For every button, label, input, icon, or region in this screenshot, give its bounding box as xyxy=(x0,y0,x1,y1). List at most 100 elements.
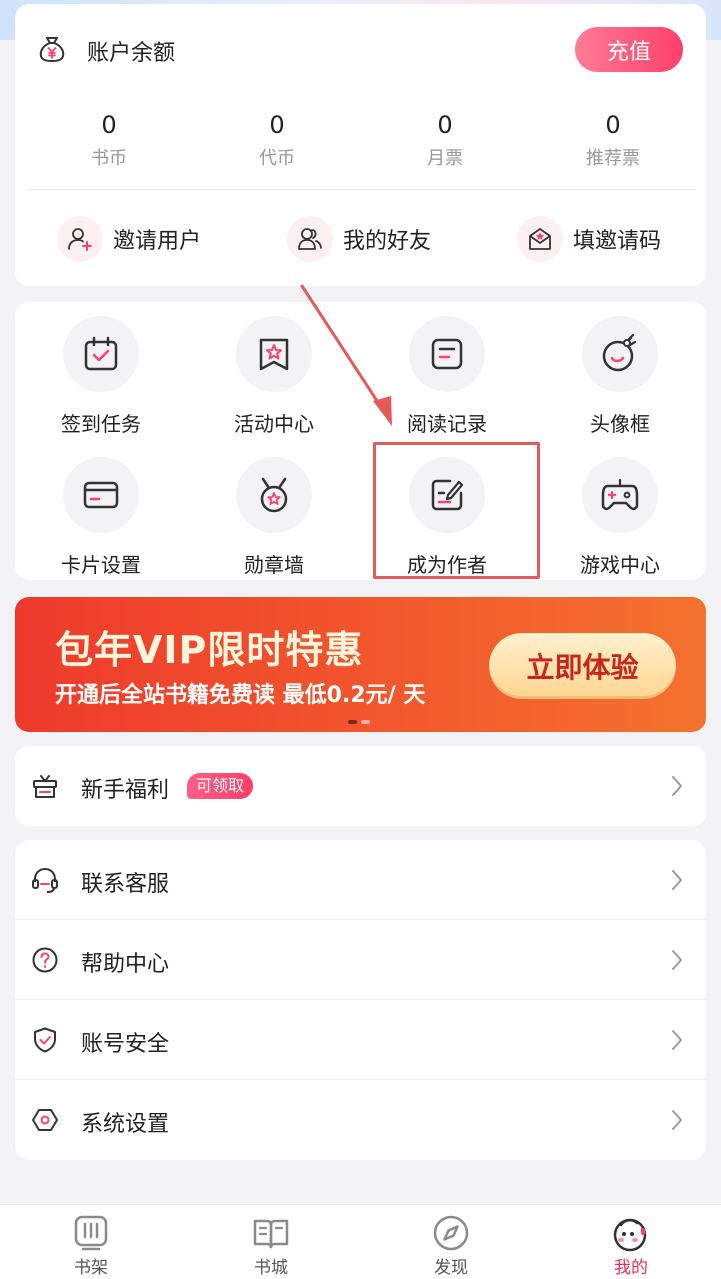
tab-discover[interactable]: 发现 xyxy=(391,1205,511,1279)
account-card: 账户余额 充值 0 书币 0 代币 0 月票 0 推荐票 邀请用户 我的好友 填… xyxy=(15,4,706,286)
feature-grid-card: 签到任务 活动中心 阅读记录 头像框 卡片设置 勋章墙 成为作者 游戏中心 xyxy=(15,302,706,580)
list-item-label: 系统设置 xyxy=(81,1112,170,1137)
icon-circle xyxy=(63,457,139,533)
stat-label: 推荐票 xyxy=(586,148,640,169)
friends-icon xyxy=(298,228,322,250)
chevron-right-icon xyxy=(672,1110,682,1130)
stat-value: 0 xyxy=(269,111,285,139)
recharge-button[interactable]: 充值 xyxy=(575,27,683,72)
icon-circle xyxy=(409,457,485,533)
list-item-label: 帮助中心 xyxy=(81,952,170,977)
stat-monthly-tickets[interactable]: 0 月票 xyxy=(375,108,515,170)
grid-item-become-author[interactable]: 成为作者 xyxy=(372,457,522,577)
grid-label: 卡片设置 xyxy=(61,553,141,577)
balance-stats: 0 书币 0 代币 0 月票 0 推荐票 xyxy=(15,108,706,178)
banner-title: 包年VIP限时特惠 xyxy=(55,628,364,672)
reading-record-icon xyxy=(431,338,463,370)
grid-item-medal-wall[interactable]: 勋章墙 xyxy=(199,457,349,577)
list-item-customer-service[interactable]: 联系客服 xyxy=(15,840,706,920)
tab-bookstore[interactable]: 书城 xyxy=(211,1205,331,1279)
carousel-dot-active xyxy=(348,720,357,724)
calendar-check-icon xyxy=(84,336,118,371)
grid-item-avatar-frame[interactable]: 头像框 xyxy=(545,316,695,436)
my-friends-label: 我的好友 xyxy=(343,229,432,254)
list-item-help-center[interactable]: 帮助中心 xyxy=(15,920,706,1000)
list-item-label: 新手福利 xyxy=(81,778,170,803)
my-friends-button[interactable]: 我的好友 xyxy=(287,214,431,264)
grid-item-game-center[interactable]: 游戏中心 xyxy=(545,457,695,577)
stat-value: 0 xyxy=(101,111,117,139)
profile-icon xyxy=(613,1218,647,1252)
gift-icon xyxy=(33,775,57,798)
invite-code-button[interactable]: 填邀请码 xyxy=(517,214,661,264)
invite-user-icon xyxy=(68,228,92,251)
tab-label: 发现 xyxy=(434,1258,468,1278)
account-header: 账户余额 充值 xyxy=(15,4,706,94)
chevron-right-icon xyxy=(672,870,682,890)
avatar-frame-icon xyxy=(602,334,637,372)
stat-tokens[interactable]: 0 代币 xyxy=(207,108,347,170)
icon-circle xyxy=(236,457,312,533)
grid-item-activity-center[interactable]: 活动中心 xyxy=(199,316,349,436)
list-item-account-security[interactable]: 账号安全 xyxy=(15,1000,706,1080)
money-bag-icon xyxy=(39,37,65,62)
grid-label: 签到任务 xyxy=(61,412,141,436)
chevron-right-icon xyxy=(672,776,682,796)
tab-label: 书架 xyxy=(74,1258,108,1278)
stat-recommend-tickets[interactable]: 0 推荐票 xyxy=(543,108,683,170)
list-item-label: 账号安全 xyxy=(81,1032,170,1057)
bottom-tab-bar: 书架 书城 发现 我的 xyxy=(0,1204,721,1279)
vip-promo-banner[interactable]: 包年VIP限时特惠 开通后全站书籍免费读 最低0.2元/ 天 立即体验 xyxy=(15,597,706,732)
grid-item-card-settings[interactable]: 卡片设置 xyxy=(26,457,176,577)
grid-label: 头像框 xyxy=(590,412,650,436)
icon-circle xyxy=(287,216,333,262)
list-item-system-settings[interactable]: 系统设置 xyxy=(15,1080,706,1160)
tab-profile[interactable]: 我的 xyxy=(571,1205,691,1279)
grid-item-checkin[interactable]: 签到任务 xyxy=(26,316,176,436)
grid-label: 阅读记录 xyxy=(407,412,487,436)
stat-value: 0 xyxy=(605,111,621,139)
icon-circle xyxy=(582,457,658,533)
compass-icon xyxy=(433,1215,469,1251)
stat-value: 0 xyxy=(437,111,453,139)
activity-star-icon xyxy=(259,338,289,371)
grid-label: 游戏中心 xyxy=(580,553,660,577)
tab-label: 书城 xyxy=(254,1258,288,1278)
settings-icon xyxy=(32,1109,58,1131)
grid-item-reading-record[interactable]: 阅读记录 xyxy=(372,316,522,436)
invite-code-icon xyxy=(529,228,551,250)
grid-label: 活动中心 xyxy=(234,412,314,436)
help-icon xyxy=(32,947,58,973)
invite-user-button[interactable]: 邀请用户 xyxy=(57,214,201,264)
stat-label: 书币 xyxy=(91,148,127,169)
banner-subtitle: 开通后全站书籍免费读 最低0.2元/ 天 xyxy=(55,683,426,708)
headset-icon xyxy=(32,867,58,893)
account-balance-title: 账户余额 xyxy=(87,41,176,66)
shield-icon xyxy=(34,1027,56,1053)
list-item-newbie-benefits[interactable]: 新手福利 可领取 xyxy=(15,746,706,826)
stat-label: 月票 xyxy=(427,148,463,169)
card-icon xyxy=(83,481,119,509)
try-now-button[interactable]: 立即体验 xyxy=(489,633,676,699)
newbie-benefits-card: 新手福利 可领取 xyxy=(15,746,706,826)
bookstore-icon xyxy=(253,1219,289,1249)
invite-code-label: 填邀请码 xyxy=(573,229,662,254)
tab-bookshelf[interactable]: 书架 xyxy=(31,1205,151,1279)
claimable-badge: 可领取 xyxy=(187,773,254,799)
divider xyxy=(27,189,696,190)
icon-circle xyxy=(57,216,103,262)
medal-icon xyxy=(260,477,288,513)
list-item-label: 联系客服 xyxy=(81,872,170,897)
icon-circle xyxy=(517,216,563,262)
bookshelf-icon xyxy=(74,1215,108,1251)
carousel-dot xyxy=(361,720,370,724)
become-author-icon xyxy=(431,479,464,511)
stat-book-coins[interactable]: 0 书币 xyxy=(39,108,179,170)
icon-circle xyxy=(409,316,485,392)
grid-label: 勋章墙 xyxy=(244,553,304,577)
invite-user-label: 邀请用户 xyxy=(113,229,202,254)
chevron-right-icon xyxy=(672,950,682,970)
stat-label: 代币 xyxy=(259,148,295,169)
grid-label: 成为作者 xyxy=(407,553,487,577)
carousel-indicator xyxy=(348,720,374,724)
